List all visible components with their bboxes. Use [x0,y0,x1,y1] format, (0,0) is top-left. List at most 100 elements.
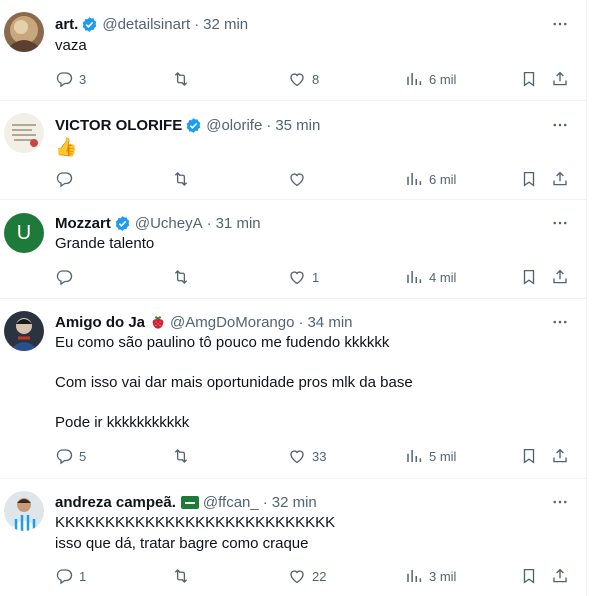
post-text: Pode ir kkkkkkkkkkk [55,414,190,431]
avatar[interactable]: U [4,213,44,253]
post-header: andreza campeã. @ffcan_ · 32 min [55,492,317,512]
post-detailsinart[interactable]: art. @detailsinart · 32 min vaza 3 8 6 m… [0,0,587,101]
post-amgdomorango[interactable]: Amigo do Ja @AmgDoMorango · 34 min Eu co… [0,299,587,479]
views-button[interactable]: 5 mil [405,446,456,466]
post-time[interactable]: 32 min [272,494,317,511]
views-icon [407,450,422,462]
bookmark-button[interactable] [520,566,538,586]
reply-button[interactable] [55,169,79,189]
avatar[interactable] [4,12,44,52]
reply-count: 1 [79,568,87,584]
bookmark-button[interactable] [520,267,538,287]
display-name[interactable]: Amigo do Ja [55,314,145,331]
share-button[interactable] [551,69,569,89]
post-text: KKKKKKKKKKKKKKKKKKKKKKKKKKKK [55,514,336,531]
like-button[interactable]: 22 [288,566,326,586]
reply-button[interactable]: 3 [55,69,86,89]
post-text: 👍 [55,137,78,157]
verified-badge-icon [115,215,130,231]
bookmark-icon [523,448,535,464]
post-time[interactable]: 35 min [275,117,320,134]
repost-icon [174,449,188,463]
post-header: VICTOR OLORIFE @olorife · 35 min [55,115,320,135]
share-icon [553,448,567,463]
display-name[interactable]: art. [55,16,78,33]
post-text: vaza [55,37,87,54]
bookmark-button[interactable] [520,446,538,466]
views-button[interactable]: 4 mil [405,267,456,287]
avatar[interactable] [4,311,44,351]
separator: · [266,116,272,134]
user-handle[interactable]: @ffcan_ [203,494,259,511]
reply-button[interactable]: 5 [55,446,86,466]
views-button[interactable]: 3 mil [405,566,456,586]
repost-button[interactable] [172,169,196,189]
views-count: 3 mil [429,568,457,584]
post-olorife[interactable]: VICTOR OLORIFE @olorife · 35 min 👍 6 mil [0,101,587,200]
views-icon [407,173,422,185]
avatar[interactable] [4,491,44,531]
views-button[interactable]: 6 mil [405,69,456,89]
display-name[interactable]: andreza campeã. [55,494,176,511]
bookmark-icon [523,568,535,584]
repost-button[interactable] [172,566,196,586]
more-icon[interactable] [548,213,572,233]
more-icon[interactable] [548,14,572,34]
post-time[interactable]: 31 min [216,215,261,232]
more-icon[interactable] [548,492,572,512]
display-name[interactable]: Mozzart [55,215,111,232]
repost-button[interactable] [172,69,196,89]
verified-badge-icon [83,16,97,32]
user-handle[interactable]: @AmgDoMorango [170,314,294,331]
post-text: isso que dá, tratar bagre como craque [55,535,309,552]
share-button[interactable] [551,267,569,287]
repost-button[interactable] [172,446,196,466]
like-icon [290,73,304,87]
post-header: art. @detailsinart · 32 min [55,14,248,34]
repost-icon [174,569,188,583]
like-count: 1 [312,269,320,285]
reply-icon [56,569,73,585]
share-icon [553,568,567,583]
user-handle[interactable]: @UcheyA [135,215,203,232]
avatar[interactable] [4,113,44,153]
more-icon[interactable] [548,312,572,332]
more-icon[interactable] [548,115,572,135]
reply-button[interactable] [55,267,79,287]
share-button[interactable] [551,446,569,466]
bookmark-button[interactable] [520,169,538,189]
bookmark-button[interactable] [520,69,538,89]
share-button[interactable] [551,169,569,189]
views-icon [407,73,422,85]
reply-button[interactable]: 1 [55,566,86,586]
separator: · [194,15,200,33]
repost-button[interactable] [172,267,196,287]
like-button[interactable]: 1 [288,267,319,287]
post-time[interactable]: 32 min [203,16,248,33]
like-button[interactable]: 33 [288,446,326,466]
share-icon [553,171,567,186]
like-button[interactable] [288,169,312,189]
repost-icon [174,72,188,86]
post-time[interactable]: 34 min [307,314,352,331]
reply-icon [56,270,73,286]
reply-icon [56,449,73,465]
avatar-letter: U [16,221,32,244]
share-button[interactable] [551,566,569,586]
reply-icon [56,172,73,188]
views-icon [407,570,422,582]
views-count: 6 mil [429,171,457,187]
post-text: Eu como são paulino tô pouco me fudendo … [55,334,390,351]
display-name[interactable]: VICTOR OLORIFE [55,117,182,134]
bookmark-icon [523,71,535,87]
post-ucheya[interactable]: U Mozzart @UcheyA · 31 min Grande talent… [0,200,587,299]
post-ffcan[interactable]: andreza campeã. @ffcan_ · 32 min KKKKKKK… [0,479,587,596]
views-button[interactable]: 6 mil [405,169,456,189]
bookmark-icon [523,171,535,187]
like-button[interactable]: 8 [288,69,319,89]
like-icon [290,271,304,285]
post-text: Com isso vai dar mais oportunidade pros … [55,374,413,391]
user-handle[interactable]: @detailsinart [102,16,190,33]
user-handle[interactable]: @olorife [206,117,262,134]
separator: · [262,493,268,511]
